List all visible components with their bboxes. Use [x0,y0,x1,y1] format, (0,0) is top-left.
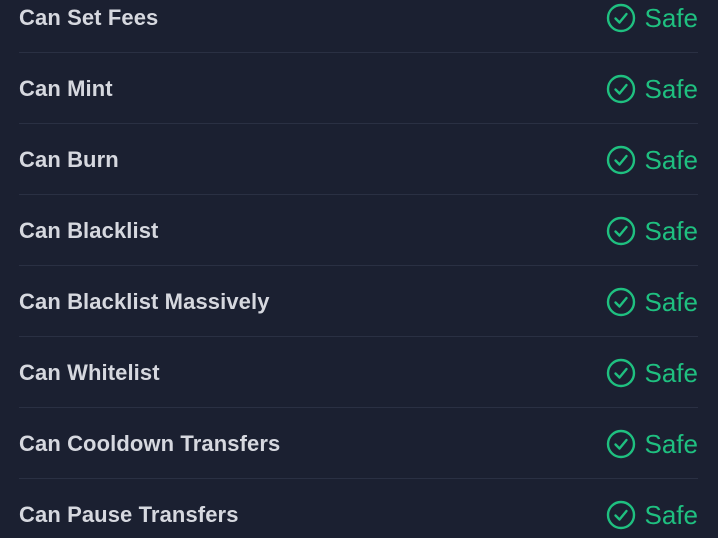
status-badge: Safe [606,73,699,105]
status-badge: Safe [606,357,699,389]
check-row-can-set-fees: Can Set Fees Safe [19,0,698,53]
check-label: Can Mint [19,76,113,101]
status-text: Safe [644,500,699,530]
status-text: Safe [644,216,699,246]
check-label: Can Whitelist [19,360,160,385]
check-row-can-blacklist: Can Blacklist Safe [19,195,698,266]
status-badge: Safe [606,215,699,247]
status-text: Safe [644,3,699,33]
check-row-can-blacklist-massively: Can Blacklist Massively Safe [19,266,698,337]
check-row-can-cooldown-transfers: Can Cooldown Transfers Safe [19,408,698,479]
check-circle-icon [606,500,635,530]
check-label: Can Blacklist Massively [19,289,270,314]
status-badge: Safe [606,428,699,460]
check-row-can-pause-transfers: Can Pause Transfers Safe [19,479,698,538]
status-text: Safe [644,145,699,175]
check-label: Can Burn [19,147,119,172]
status-text: Safe [644,358,699,388]
check-circle-icon [606,287,635,317]
check-label: Can Pause Transfers [19,502,239,527]
status-text: Safe [644,74,699,104]
status-badge: Safe [606,499,699,531]
status-badge: Safe [606,2,699,34]
check-row-can-burn: Can Burn Safe [19,124,698,195]
check-label: Can Cooldown Transfers [19,431,281,456]
check-row-can-whitelist: Can Whitelist Safe [19,337,698,408]
check-row-can-mint: Can Mint Safe [19,53,698,124]
check-circle-icon [606,3,635,33]
check-circle-icon [606,358,635,388]
check-circle-icon [606,74,635,104]
check-label: Can Set Fees [19,5,159,30]
status-badge: Safe [606,144,699,176]
status-badge: Safe [606,286,699,318]
check-circle-icon [606,145,635,175]
check-circle-icon [606,429,635,459]
security-checks-list: Can Set Fees Safe Can Mint Safe Can Burn [0,0,718,538]
status-text: Safe [644,429,699,459]
status-text: Safe [644,287,699,317]
security-checks-panel: Can Set Fees Safe Can Mint Safe Can Burn [0,0,718,538]
check-circle-icon [606,216,635,246]
check-label: Can Blacklist [19,218,159,243]
